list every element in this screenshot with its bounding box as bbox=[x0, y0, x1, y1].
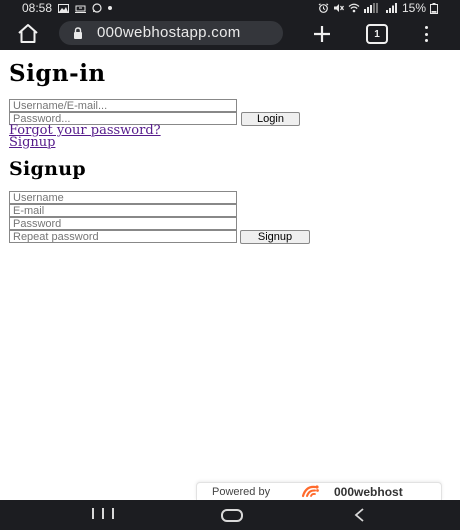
alarm-icon bbox=[318, 3, 329, 13]
home-icon bbox=[18, 24, 38, 43]
address-bar[interactable]: 000webhostapp.com bbox=[59, 21, 283, 45]
signal-icon bbox=[385, 3, 398, 13]
signup-button[interactable]: Signup bbox=[240, 230, 310, 244]
plus-icon bbox=[314, 26, 330, 42]
status-bar: 08:58 15% bbox=[0, 0, 460, 17]
home-button[interactable] bbox=[16, 23, 40, 45]
tab-switcher-button[interactable]: 1 bbox=[366, 24, 388, 44]
url-text: 000webhostapp.com bbox=[97, 24, 241, 41]
signup-repeat-password-input[interactable] bbox=[9, 230, 237, 243]
gallery-notification-icon bbox=[58, 3, 70, 13]
browser-toolbar: 000webhostapp.com 1 bbox=[0, 17, 460, 50]
lock-icon bbox=[74, 27, 82, 39]
recents-icon[interactable] bbox=[92, 508, 114, 522]
web-page: Sign-in Login Forgot your password? Sign… bbox=[0, 50, 460, 500]
system-nav-bar bbox=[0, 500, 460, 530]
nav-home-icon[interactable] bbox=[221, 509, 243, 522]
signup-link[interactable]: Signup bbox=[9, 135, 55, 150]
tab-count: 1 bbox=[374, 28, 380, 40]
battery-icon bbox=[430, 2, 438, 14]
cast-notification-icon bbox=[75, 4, 87, 13]
battery-percent: 15% bbox=[401, 1, 426, 15]
signup-password-input[interactable] bbox=[9, 217, 237, 230]
signup-heading: Signup bbox=[9, 158, 86, 180]
volte-icon bbox=[363, 3, 382, 13]
powered-by-brand: 000webhost bbox=[334, 485, 403, 499]
signin-heading: Sign-in bbox=[9, 60, 106, 87]
signup-username-input[interactable] bbox=[9, 191, 237, 204]
signup-email-input[interactable] bbox=[9, 204, 237, 217]
wifi-icon bbox=[348, 3, 360, 13]
status-left: 08:58 bbox=[22, 1, 113, 15]
whatsapp-notification-icon bbox=[92, 3, 102, 13]
powered-by-text: Powered by bbox=[212, 486, 271, 498]
signin-username-input[interactable] bbox=[9, 99, 237, 112]
powered-by-badge[interactable]: Powered by 000webhost bbox=[196, 482, 442, 500]
new-tab-button[interactable] bbox=[310, 22, 334, 46]
more-vert-icon[interactable] bbox=[418, 24, 434, 44]
status-time: 08:58 bbox=[22, 1, 53, 15]
000webhost-logo-icon bbox=[301, 485, 319, 498]
back-icon[interactable] bbox=[352, 507, 366, 523]
status-right: 15% bbox=[318, 1, 438, 15]
login-button[interactable]: Login bbox=[241, 112, 300, 126]
more-notifications-dot bbox=[108, 6, 113, 10]
mute-icon bbox=[333, 3, 344, 13]
